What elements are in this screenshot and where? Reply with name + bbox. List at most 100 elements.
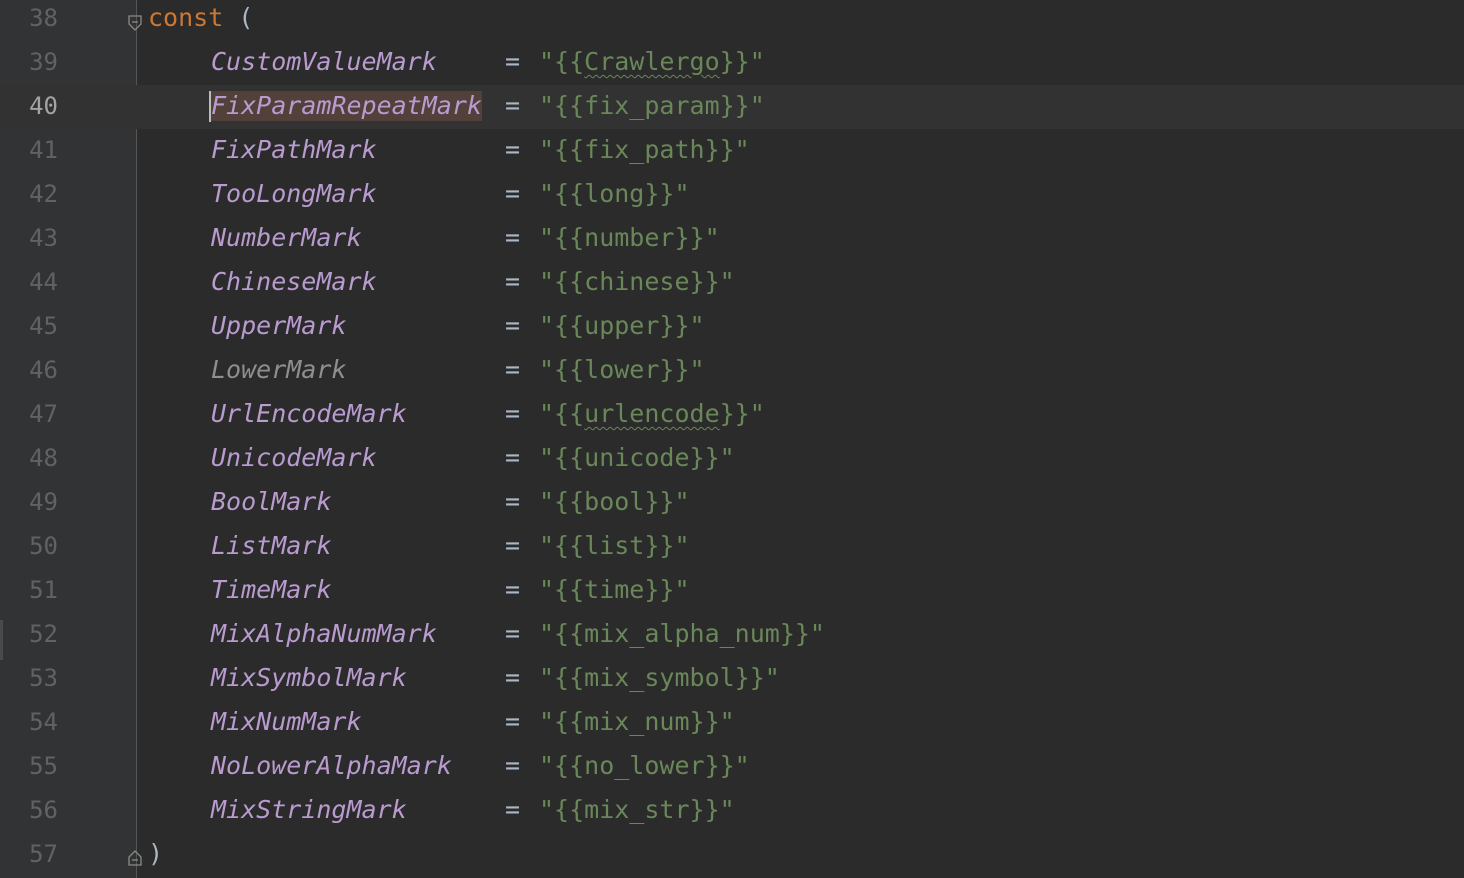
string-value[interactable]: "{{no_lower}}" — [539, 751, 750, 781]
assign-operator: = — [505, 267, 521, 296]
code-line[interactable]: 55 NoLowerAlphaMark = "{{no_lower}}" — [0, 745, 1464, 789]
string-value[interactable]: "{{mix_alpha_num}}" — [539, 619, 825, 649]
code-line[interactable]: 53 MixSymbolMark = "{{mix_symbol}}" — [0, 657, 1464, 701]
string-value[interactable]: "{{fix_param}}" — [539, 91, 765, 121]
constant-name[interactable]: MixAlphaNumMark — [211, 619, 437, 649]
assign-operator: = — [505, 795, 521, 824]
line-number: 41 — [29, 136, 58, 164]
constant-name[interactable]: NumberMark — [211, 223, 362, 253]
constant-name[interactable]: MixSymbolMark — [211, 663, 407, 693]
constant-name[interactable]: CustomValueMark — [211, 47, 437, 77]
code-line[interactable]: 40 FixParamRepeatMark = "{{fix_param}}" — [0, 85, 1464, 129]
string-value[interactable]: "{{bool}}" — [539, 487, 690, 517]
code-line[interactable]: 44 ChineseMark = "{{chinese}}" — [0, 261, 1464, 305]
line-number: 47 — [29, 400, 58, 428]
assign-operator: = — [505, 91, 521, 120]
constant-name[interactable]: BoolMark — [211, 487, 331, 517]
spelling-typo-underline: Crawlergo — [584, 47, 720, 76]
assign-operator: = — [505, 135, 521, 164]
constant-name[interactable]: ChineseMark — [211, 267, 377, 297]
string-value[interactable]: "{{fix_path}}" — [539, 135, 750, 165]
string-value[interactable]: "{{unicode}}" — [539, 443, 735, 473]
code-line[interactable]: 43 NumberMark = "{{number}}" — [0, 217, 1464, 261]
close-paren: ) — [148, 839, 164, 868]
line-number: 50 — [29, 532, 58, 560]
line-number: 38 — [29, 4, 58, 32]
constant-name[interactable]: ListMark — [211, 531, 331, 561]
assign-operator: = — [505, 223, 521, 252]
string-value[interactable]: "{{mix_num}}" — [539, 707, 735, 737]
line-number: 55 — [29, 752, 58, 780]
line-number: 40 — [29, 92, 58, 120]
line-number: 57 — [29, 840, 58, 868]
code-line[interactable]: 54 MixNumMark = "{{mix_num}}" — [0, 701, 1464, 745]
string-close: }}" — [719, 47, 765, 76]
assign-operator: = — [505, 47, 521, 76]
code-line[interactable]: 57) — [0, 833, 1464, 877]
line-number: 48 — [29, 444, 58, 472]
assign-operator: = — [505, 399, 521, 428]
line-number: 46 — [29, 356, 58, 384]
fold-end-icon[interactable] — [127, 843, 143, 866]
string-value[interactable]: "{{list}}" — [539, 531, 690, 561]
line-number: 53 — [29, 664, 58, 692]
constant-name[interactable]: LowerMark — [211, 355, 346, 385]
code-line[interactable]: 49 BoolMark = "{{bool}}" — [0, 481, 1464, 525]
assign-operator: = — [505, 487, 521, 516]
assign-operator: = — [505, 707, 521, 736]
line-number: 54 — [29, 708, 58, 736]
string-value[interactable]: "{{mix_str}}" — [539, 795, 735, 825]
keyword-const: const — [148, 3, 224, 32]
assign-operator: = — [505, 179, 521, 208]
line-number: 51 — [29, 576, 58, 604]
line-number: 45 — [29, 312, 58, 340]
code-line[interactable]: 46 LowerMark = "{{lower}}" — [0, 349, 1464, 393]
assign-operator: = — [505, 619, 521, 648]
code-line[interactable]: 42 TooLongMark = "{{long}}" — [0, 173, 1464, 217]
string-value[interactable]: "{{urlencode}}" — [539, 399, 765, 429]
line-number: 56 — [29, 796, 58, 824]
line-number: 42 — [29, 180, 58, 208]
assign-operator: = — [505, 663, 521, 692]
assign-operator: = — [505, 575, 521, 604]
constant-name[interactable]: NoLowerAlphaMark — [211, 751, 452, 781]
line-number: 49 — [29, 488, 58, 516]
line-number: 39 — [29, 48, 58, 76]
constant-name[interactable]: UrlEncodeMark — [211, 399, 407, 429]
spelling-typo-underline: urlencode — [584, 399, 720, 428]
string-value[interactable]: "{{upper}}" — [539, 311, 705, 341]
assign-operator: = — [505, 311, 521, 340]
code-line[interactable]: 39 CustomValueMark = "{{Crawlergo}}" — [0, 41, 1464, 85]
string-value[interactable]: "{{chinese}}" — [539, 267, 735, 297]
code-line[interactable]: 56 MixStringMark = "{{mix_str}}" — [0, 789, 1464, 833]
string-value[interactable]: "{{mix_symbol}}" — [539, 663, 780, 693]
constant-name[interactable]: UnicodeMark — [211, 443, 377, 473]
code-line[interactable]: 51 TimeMark = "{{time}}" — [0, 569, 1464, 613]
text-caret — [209, 91, 211, 122]
constant-name[interactable]: UpperMark — [211, 311, 346, 341]
constant-name[interactable]: TimeMark — [211, 575, 331, 605]
code-line[interactable]: 48 UnicodeMark = "{{unicode}}" — [0, 437, 1464, 481]
constant-name[interactable]: MixNumMark — [211, 707, 362, 737]
constant-name[interactable]: FixParamRepeatMark — [211, 91, 482, 121]
string-value[interactable]: "{{long}}" — [539, 179, 690, 209]
constant-name[interactable]: TooLongMark — [211, 179, 377, 209]
fold-collapse-icon[interactable] — [127, 10, 143, 31]
assign-operator: = — [505, 751, 521, 780]
assign-operator: = — [505, 443, 521, 472]
line-number: 43 — [29, 224, 58, 252]
string-value[interactable]: "{{number}}" — [539, 223, 720, 253]
code-line[interactable]: 38 const ( — [0, 0, 1464, 41]
code-line[interactable]: 50 ListMark = "{{list}}" — [0, 525, 1464, 569]
code-line[interactable]: 52 MixAlphaNumMark = "{{mix_alpha_num}}" — [0, 613, 1464, 657]
string-value[interactable]: "{{time}}" — [539, 575, 690, 605]
string-value[interactable]: "{{Crawlergo}}" — [539, 47, 765, 77]
string-value[interactable]: "{{lower}}" — [539, 355, 705, 385]
assign-operator: = — [505, 531, 521, 560]
code-line[interactable]: 45 UpperMark = "{{upper}}" — [0, 305, 1464, 349]
constant-name[interactable]: MixStringMark — [211, 795, 407, 825]
code-line[interactable]: 47 UrlEncodeMark = "{{urlencode}}" — [0, 393, 1464, 437]
code-line[interactable]: 41 FixPathMark = "{{fix_path}}" — [0, 129, 1464, 173]
string-close: }}" — [719, 399, 765, 428]
constant-name[interactable]: FixPathMark — [211, 135, 377, 165]
